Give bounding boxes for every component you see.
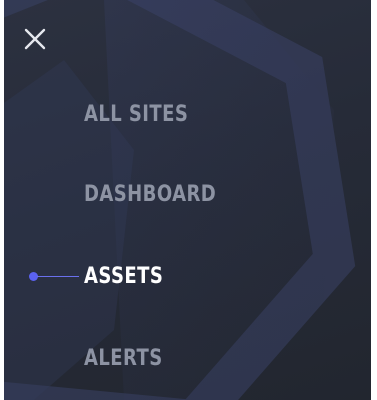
navigation-drawer: ALL SITES DASHBOARD ASSETS ALERTS — [4, 0, 371, 400]
indicator-line — [37, 276, 79, 277]
menu-item-label: DASHBOARD — [84, 181, 217, 207]
menu-item-assets[interactable]: ASSETS — [84, 258, 181, 294]
menu-item-label: ALL SITES — [84, 101, 189, 127]
active-item-indicator — [29, 270, 81, 282]
menu-item-alerts[interactable]: ALERTS — [84, 340, 180, 376]
menu-item-label: ASSETS — [84, 263, 164, 289]
menu-item-dashboard[interactable]: DASHBOARD — [84, 176, 245, 212]
main-menu: ALL SITES DASHBOARD ASSETS ALERTS — [4, 0, 371, 400]
menu-item-label: ALERTS — [84, 345, 163, 371]
menu-item-all-sites[interactable]: ALL SITES — [84, 96, 211, 132]
